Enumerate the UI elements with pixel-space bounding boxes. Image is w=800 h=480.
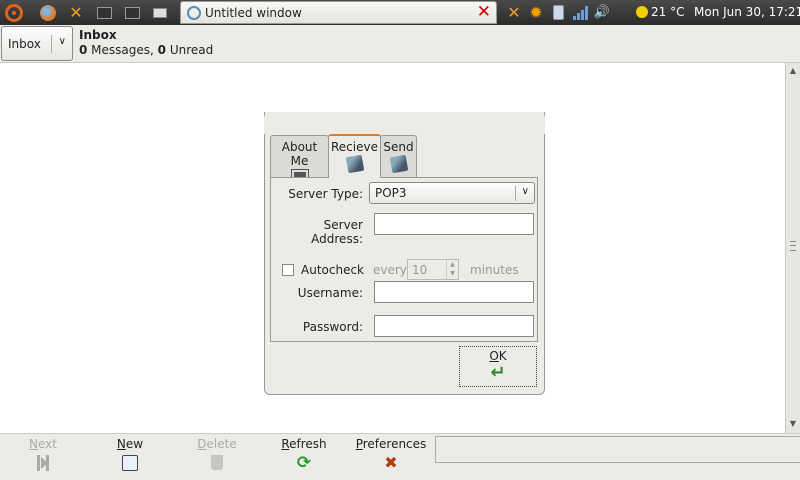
refresh-icon: ⟳ — [296, 453, 312, 473]
status-bar — [435, 436, 800, 463]
scrollbar-grip[interactable] — [790, 241, 796, 251]
network-signal-icon[interactable] — [571, 4, 589, 22]
terminal-icon — [124, 6, 140, 19]
preferences-button[interactable]: Preferences ✖ — [354, 437, 428, 479]
server-address-label: Server Address: — [311, 218, 363, 246]
mail-launcher[interactable] — [149, 2, 171, 23]
select-separator — [515, 186, 516, 201]
password-input[interactable] — [374, 315, 534, 337]
terminal-icon — [96, 6, 112, 19]
password-label: Password: — [302, 320, 363, 334]
recieve-tab-panel: Server Type: POP3 ∨ Server Address: Auto… — [270, 177, 538, 342]
new-mnemonic: N — [116, 437, 126, 451]
folder-select-value: Inbox — [8, 36, 41, 51]
weather-temperature[interactable]: 21 °C — [651, 5, 684, 19]
vertical-scrollbar[interactable]: ▲ ▼ — [785, 63, 800, 433]
x-app-icon: ✕ — [69, 3, 83, 22]
minutes-label: minutes — [470, 263, 519, 277]
messages-label: Messages, — [87, 43, 154, 57]
unread-label: Unread — [166, 43, 214, 57]
return-arrow-icon: ↵ — [490, 362, 506, 383]
chevron-down-icon: ∨ — [58, 36, 66, 47]
firefox-launcher[interactable] — [37, 2, 59, 23]
system-tray: ✕ ✹ 🔊 — [505, 0, 611, 25]
header-bar: Inbox ∨ Inbox 0 Messages, 0 Unread — [0, 25, 800, 63]
interval-spinbutton[interactable]: 10 ▲ ▼ — [407, 259, 459, 280]
volume-icon[interactable]: 🔊 — [593, 4, 611, 22]
preferences-mnemonic: P — [355, 437, 363, 451]
select-separator — [51, 35, 52, 53]
ok-button[interactable]: OK ↵ — [459, 346, 537, 387]
app-launcher-x[interactable]: ✕ — [65, 2, 87, 23]
tab-label: Send — [383, 140, 414, 154]
refresh-label-rest: efresh — [289, 437, 327, 451]
tab-about-me[interactable]: About Me — [270, 135, 329, 186]
bottom-toolbar: Next New Delete Refresh ⟳ Preferences ✖ — [0, 433, 800, 480]
server-type-value: POP3 — [375, 186, 407, 200]
delete-label-rest: elete — [206, 437, 237, 451]
trash-icon — [211, 455, 223, 470]
ubuntu-logo-icon — [5, 3, 23, 22]
server-type-label: Server Type: — [288, 187, 363, 201]
x-app-icon: ✕ — [507, 3, 521, 22]
skip-next-icon — [37, 455, 49, 471]
ok-mnemonic: O — [489, 349, 499, 363]
clock[interactable]: Mon Jun 30, 17:21 — [694, 5, 800, 19]
computer-network-icon — [345, 154, 364, 174]
ok-label-rest: K — [498, 349, 507, 363]
weather-sun-icon[interactable] — [636, 6, 648, 18]
new-label-rest: ew — [125, 437, 144, 451]
folder-select[interactable]: Inbox ∨ — [1, 26, 73, 61]
spin-arrows-icon[interactable]: ▲ ▼ — [446, 260, 458, 279]
next-label-rest: ext — [38, 437, 57, 451]
computer-network-icon — [389, 154, 408, 174]
every-label: every — [373, 263, 407, 277]
firefox-icon — [40, 4, 56, 21]
tab-send[interactable]: Send — [380, 135, 417, 177]
autocheck-checkbox[interactable] — [282, 264, 294, 276]
username-input[interactable] — [374, 281, 534, 303]
top-panel: ✕ Untitled window ✕ ✕ ✹ 🔊 21 °C Mon Jun … — [0, 0, 800, 25]
chevron-down-icon: ∨ — [521, 186, 529, 197]
terminal-launcher-2[interactable] — [121, 2, 143, 23]
next-mnemonic: N — [29, 437, 38, 451]
close-icon[interactable]: ✕ — [477, 4, 491, 21]
server-type-select[interactable]: POP3 ∨ — [369, 182, 535, 204]
delete-mnemonic: D — [197, 437, 207, 451]
clipboard-icon[interactable] — [549, 4, 567, 22]
scroll-down-arrow-icon[interactable]: ▼ — [786, 417, 800, 431]
tab-recieve[interactable]: Recieve — [328, 134, 381, 178]
folder-counts: 0 Messages, 0 Unread — [79, 43, 213, 57]
unread-count: 0 — [157, 43, 167, 57]
refresh-mnemonic: R — [281, 437, 290, 451]
window-app-icon — [187, 5, 201, 20]
terminal-launcher-1[interactable] — [93, 2, 115, 23]
next-button[interactable]: Next — [22, 437, 64, 479]
tray-update-icon[interactable]: ✹ — [527, 3, 545, 22]
interval-value: 10 — [412, 263, 428, 277]
taskbar-window-title: Untitled window — [205, 5, 302, 20]
delete-button[interactable]: Delete — [193, 437, 241, 479]
preferences-label-rest: references — [362, 437, 427, 451]
tray-x-app[interactable]: ✕ — [505, 3, 523, 22]
ubuntu-menu-button[interactable] — [3, 2, 25, 23]
server-address-input[interactable] — [374, 213, 534, 235]
autocheck-label[interactable]: Autocheck — [301, 263, 364, 277]
account-settings-dialog: About Me Recieve Send Server Type: POP3 … — [264, 112, 545, 395]
new-document-icon — [122, 455, 138, 471]
tools-icon: ✖ — [384, 453, 398, 472]
new-button[interactable]: New — [110, 437, 150, 479]
scroll-up-arrow-icon[interactable]: ▲ — [786, 64, 800, 78]
tab-label: Recieve — [331, 140, 378, 154]
tab-label: About Me — [281, 140, 318, 168]
taskbar-window-button[interactable]: Untitled window ✕ — [180, 1, 497, 24]
refresh-button[interactable]: Refresh ⟳ — [278, 437, 330, 479]
mail-icon — [153, 7, 167, 18]
folder-title: Inbox — [79, 28, 117, 42]
username-label: Username: — [297, 286, 363, 300]
